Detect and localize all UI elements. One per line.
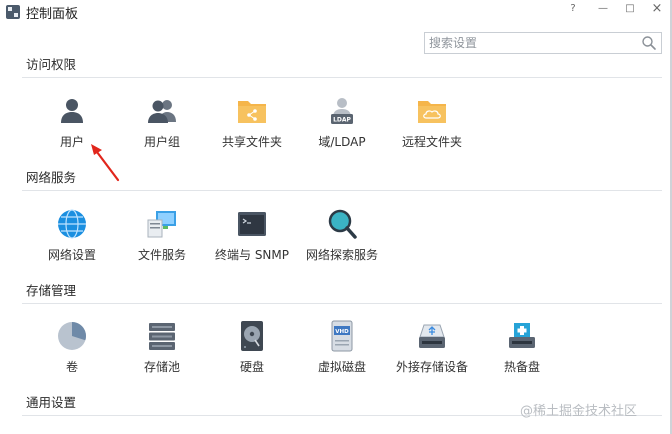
user-group-icon (148, 100, 176, 123)
window-title: 控制面板 (26, 7, 79, 22)
item-label: 网络设置 (47, 248, 96, 262)
item-label: 用户组 (143, 135, 180, 149)
item-shared-folders[interactable]: 共享文件夹 (204, 95, 300, 155)
hard-disk-icon (241, 321, 263, 351)
item-label: 网络探索服务 (305, 248, 378, 262)
item-label: 域/LDAP (318, 135, 366, 149)
item-label: 远程文件夹 (401, 135, 462, 149)
item-hot-spare[interactable]: 热备盘 (474, 320, 570, 380)
item-terminal-snmp[interactable]: 终端与 SNMP (204, 208, 300, 268)
section-divider (22, 190, 662, 191)
user-icon (61, 99, 83, 123)
section-title-access: 访问权限 (26, 57, 77, 72)
item-file-services[interactable]: 文件服务 (114, 208, 210, 268)
item-label: 虚拟磁盘 (317, 360, 366, 374)
close-button[interactable]: × (650, 2, 664, 16)
storage-pool-icon (149, 323, 175, 350)
help-button[interactable]: ? (566, 2, 580, 16)
hot-spare-icon (509, 323, 535, 348)
minimize-button[interactable]: — (596, 2, 610, 16)
item-user-groups[interactable]: 用户组 (114, 95, 210, 155)
search-box[interactable] (424, 32, 662, 54)
file-service-icon (147, 211, 176, 238)
search-icon[interactable] (641, 35, 657, 51)
usb-storage-icon (419, 324, 445, 348)
search-input[interactable] (429, 35, 639, 51)
title-bar: 控制面板 ? — □ × (0, 0, 672, 26)
item-label: 外接存储设备 (395, 360, 468, 374)
globe-icon (58, 209, 86, 239)
item-label: 硬盘 (239, 360, 264, 374)
section-divider (22, 303, 662, 304)
item-remote-folders[interactable]: 远程文件夹 (384, 95, 480, 155)
item-label: 卷 (65, 360, 78, 374)
item-label: 文件服务 (137, 248, 186, 262)
item-external-storage[interactable]: 外接存储设备 (384, 320, 480, 380)
ldap-icon: LDAP (331, 98, 353, 124)
svg-text:VHD: VHD (335, 329, 349, 335)
remote-folder-icon (418, 101, 446, 123)
annotation-arrow (91, 144, 120, 182)
item-label: 存储池 (143, 360, 180, 374)
network-discovery-icon (328, 209, 357, 239)
item-label: 终端与 SNMP (215, 248, 289, 262)
item-storage-pool[interactable]: 存储池 (114, 320, 210, 380)
section-title-storage: 存储管理 (26, 283, 77, 298)
section-title-general: 通用设置 (26, 395, 77, 410)
svg-text:LDAP: LDAP (333, 117, 351, 124)
item-virtual-disks[interactable]: VHD 虚拟磁盘 (294, 320, 390, 380)
item-ldap[interactable]: LDAP 域/LDAP (294, 95, 390, 155)
volume-pie-icon (58, 322, 86, 350)
terminal-icon (238, 212, 266, 236)
item-label: 共享文件夹 (221, 135, 282, 149)
watermark: @稀土掘金技术社区 (520, 404, 638, 419)
virtual-disk-icon: VHD (331, 320, 353, 352)
item-volumes[interactable]: 卷 (24, 320, 120, 380)
control-panel-app-icon (6, 5, 20, 19)
section-title-network: 网络服务 (26, 170, 77, 185)
item-hard-disks[interactable]: 硬盘 (204, 320, 300, 380)
item-network-discovery[interactable]: 网络探索服务 (294, 208, 390, 268)
shared-folder-icon (238, 101, 266, 123)
item-network-settings[interactable]: 网络设置 (24, 208, 120, 268)
item-label: 热备盘 (503, 360, 540, 374)
section-divider (22, 77, 662, 78)
maximize-button[interactable]: □ (623, 2, 637, 16)
